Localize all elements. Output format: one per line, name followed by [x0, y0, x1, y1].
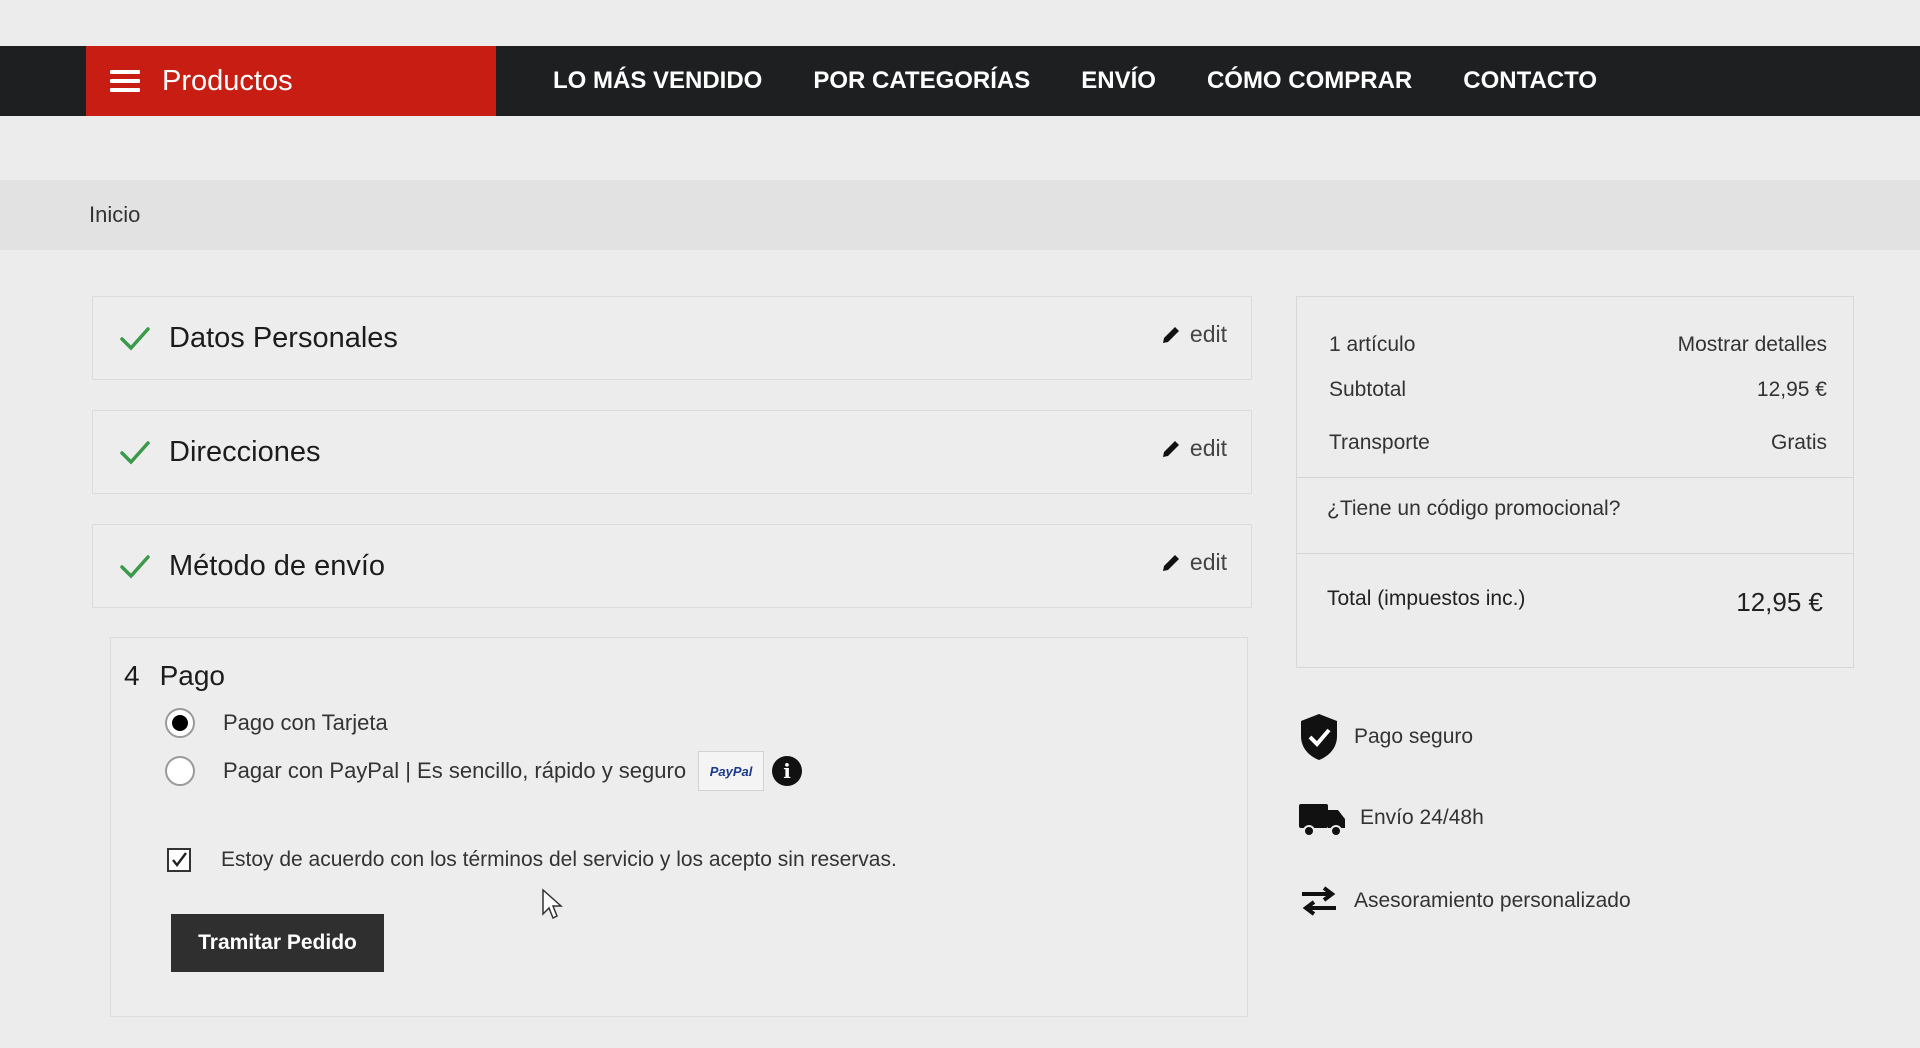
shield-check-icon	[1301, 714, 1337, 760]
summary-divider	[1297, 477, 1853, 478]
place-order-button[interactable]: Tramitar Pedido	[171, 914, 384, 972]
summary-total-row: Total (impuestos inc.) 12,95 €	[1327, 587, 1823, 618]
reassurance-advice: Asesoramiento personalizado	[1298, 884, 1631, 918]
step-title: Datos Personales	[169, 321, 398, 354]
nav-item-categories[interactable]: POR CATEGORÍAS	[813, 67, 1030, 95]
nav-item-best-sellers[interactable]: LO MÁS VENDIDO	[553, 67, 762, 95]
checkmark-icon	[120, 555, 150, 579]
terms-checkbox[interactable]	[167, 848, 191, 872]
top-navbar: Productos LO MÁS VENDIDO POR CATEGORÍAS …	[0, 46, 1920, 116]
radio-selected-dot	[172, 715, 188, 731]
checkbox-check-icon	[172, 852, 187, 867]
edit-label: edit	[1189, 549, 1227, 575]
payment-option-paypal[interactable]: Pagar con PayPal | Es sencillo, rápido y…	[165, 751, 803, 791]
total-value: 12,95 €	[1736, 587, 1823, 617]
reassurance-label: Pago seguro	[1354, 725, 1474, 748]
step-payment: 4 Pago Pago con Tarjeta Pagar con PayPal…	[110, 637, 1248, 1017]
reassurance-shipping: Envío 24/48h	[1298, 798, 1484, 838]
step-addresses[interactable]: Direcciones edit	[92, 410, 1252, 494]
total-label: Total (impuestos inc.)	[1327, 587, 1526, 610]
edit-shipping-method-button[interactable]: edit	[1160, 549, 1227, 576]
payment-option-card[interactable]: Pago con Tarjeta	[165, 708, 388, 738]
summary-shipping-row: Transporte Gratis	[1329, 431, 1827, 455]
reassurance-label: Envío 24/48h	[1360, 806, 1484, 829]
payment-heading: 4 Pago	[124, 660, 225, 692]
reassurance-label: Asesoramiento personalizado	[1354, 889, 1631, 912]
products-menu-label: Productos	[162, 64, 293, 97]
summary-items-row: 1 artículo Mostrar detalles	[1329, 333, 1827, 357]
pencil-icon	[1162, 554, 1179, 571]
edit-personal-data-button[interactable]: edit	[1160, 321, 1227, 348]
shipping-label: Transporte	[1329, 431, 1430, 454]
nav-item-contact[interactable]: CONTACTO	[1463, 67, 1597, 95]
step-title: Método de envío	[169, 549, 386, 582]
products-menu-button[interactable]: Productos	[86, 46, 496, 116]
terms-label: Estoy de acuerdo con los términos del se…	[221, 848, 897, 871]
subtotal-label: Subtotal	[1329, 378, 1407, 401]
payment-option-label: Pagar con PayPal | Es sencillo, rápido y…	[223, 758, 687, 783]
step-shipping-method[interactable]: Método de envío edit	[92, 524, 1252, 608]
radio-card[interactable]	[165, 708, 195, 738]
reassurance-secure-payment: Pago seguro	[1298, 712, 1473, 762]
edit-label: edit	[1189, 435, 1227, 461]
edit-label: edit	[1189, 321, 1227, 347]
step-personal-data[interactable]: Datos Personales edit	[92, 296, 1252, 380]
edit-addresses-button[interactable]: edit	[1160, 435, 1227, 462]
pencil-icon	[1162, 326, 1179, 343]
radio-paypal[interactable]	[165, 756, 195, 786]
nav-item-shipping[interactable]: ENVÍO	[1081, 67, 1156, 95]
mouse-cursor-icon	[542, 888, 563, 920]
step-title: Pago	[159, 660, 225, 691]
subtotal-value: 12,95 €	[1756, 378, 1827, 401]
breadcrumb-bar: Inicio	[0, 180, 1920, 250]
nav-item-how-to-buy[interactable]: CÓMO COMPRAR	[1207, 67, 1412, 95]
promo-code-link[interactable]: ¿Tiene un código promocional?	[1327, 497, 1620, 521]
hamburger-icon	[110, 70, 140, 92]
info-icon[interactable]: i	[772, 756, 803, 786]
summary-divider	[1297, 553, 1853, 554]
checkmark-icon	[120, 327, 150, 351]
breadcrumb-home[interactable]: Inicio	[89, 202, 140, 228]
terms-agreement[interactable]: Estoy de acuerdo con los términos del se…	[167, 848, 897, 872]
payment-option-label: Pago con Tarjeta	[223, 710, 388, 735]
swap-arrows-icon	[1302, 886, 1336, 916]
pencil-icon	[1162, 440, 1179, 457]
step-title: Direcciones	[169, 435, 321, 468]
truck-icon	[1299, 804, 1345, 837]
step-number: 4	[124, 660, 140, 691]
items-count: 1 artículo	[1329, 333, 1416, 356]
checkmark-icon	[120, 441, 150, 465]
show-details-link[interactable]: Mostrar detalles	[1678, 333, 1827, 357]
shipping-value: Gratis	[1770, 431, 1827, 454]
cart-summary: 1 artículo Mostrar detalles Subtotal 12,…	[1296, 296, 1854, 668]
summary-subtotal-row: Subtotal 12,95 €	[1329, 378, 1827, 402]
main-nav: LO MÁS VENDIDO POR CATEGORÍAS ENVÍO CÓMO…	[553, 46, 1648, 116]
paypal-logo: PayPal	[698, 751, 765, 791]
